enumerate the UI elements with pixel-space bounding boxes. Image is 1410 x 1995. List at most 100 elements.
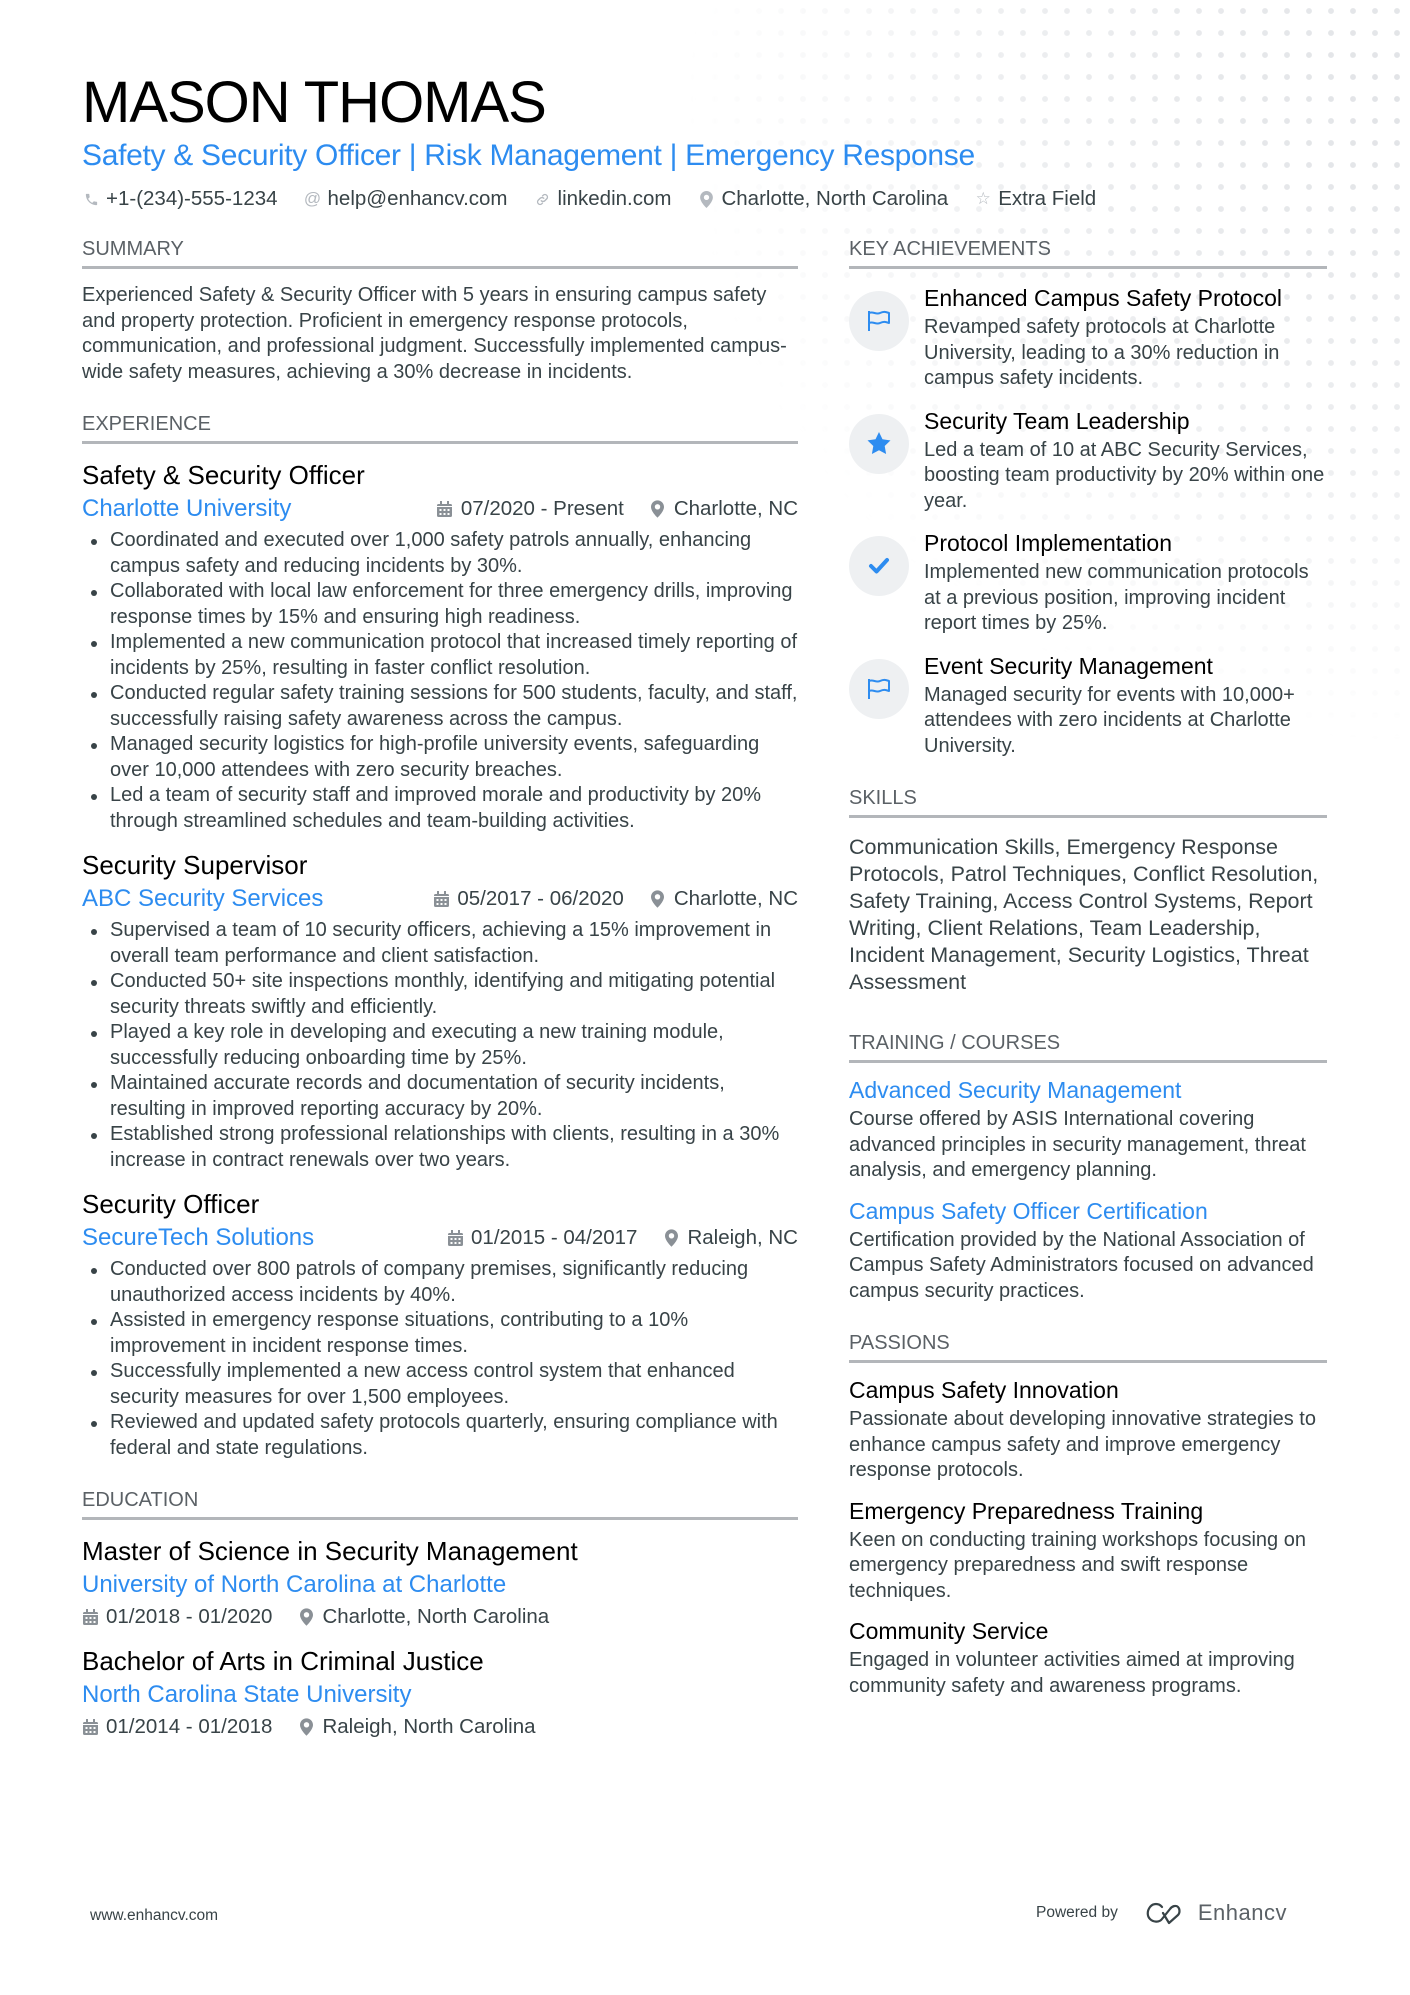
enhancv-logo-icon: [1146, 1902, 1181, 1925]
education-section: EDUCATION Master of Science in Security …: [82, 1487, 798, 1740]
passion-item: Campus Safety Innovation Passionate abou…: [849, 1375, 1327, 1484]
education-entry: Master of Science in Security Management…: [82, 1534, 798, 1630]
contact-linkedin[interactable]: linkedin.com: [534, 186, 671, 212]
location-icon: [697, 190, 715, 208]
contact-extra-text: Extra Field: [998, 187, 1097, 210]
training-section: TRAINING / COURSES Advanced Security Man…: [849, 1030, 1327, 1304]
check-icon: [849, 536, 909, 596]
company-name[interactable]: SecureTech Solutions: [82, 1223, 421, 1253]
bullet-item: Reviewed and updated safety protocols qu…: [82, 1410, 798, 1461]
bullet-item: Conducted regular safety training sessio…: [82, 681, 798, 732]
at-icon: @: [303, 189, 322, 208]
achievement-title: Protocol Implementation: [924, 530, 1173, 556]
section-title: KEY ACHIEVEMENTS: [849, 236, 1327, 269]
passion-desc: Engaged in volunteer activities aimed at…: [849, 1649, 1295, 1697]
job-dates-text: 01/2015 - 04/2017: [471, 1226, 638, 1249]
job-meta: ABC Security Services 05/2017 - 06/2020 …: [82, 884, 798, 914]
achievement-desc: Led a team of 10 at ABC Security Service…: [924, 438, 1325, 512]
achievement-item: Security Team Leadership Led a team of 1…: [849, 406, 1327, 515]
course-item: Campus Safety Officer Certification Cert…: [849, 1196, 1327, 1305]
education-location: Charlotte, North Carolina: [298, 1604, 549, 1630]
location-icon: [298, 1608, 314, 1626]
footer-website-link[interactable]: www.enhancv.com: [90, 1907, 218, 1925]
contact-email[interactable]: @ help@enhancv.com: [304, 186, 508, 212]
experience-entry: Security Supervisor ABC Security Service…: [82, 848, 798, 1173]
company-name[interactable]: Charlotte University: [82, 494, 411, 524]
flag-icon: [849, 291, 909, 351]
right-column: KEY ACHIEVEMENTS Enhanced Campus Safety …: [849, 236, 1327, 1725]
key-achievements-section: KEY ACHIEVEMENTS Enhanced Campus Safety …: [849, 236, 1327, 759]
course-item: Advanced Security Management Course offe…: [849, 1075, 1327, 1184]
passion-desc: Passionate about developing innovative s…: [849, 1408, 1316, 1481]
job-meta: Charlotte University 07/2020 - Present C…: [82, 494, 798, 524]
job-dates: 01/2015 - 04/2017: [447, 1226, 637, 1250]
passion-title: Campus Safety Innovation: [849, 1377, 1119, 1403]
passion-item: Emergency Preparedness Training Keen on …: [849, 1496, 1327, 1605]
contact-bar: +1-(234)-555-1234 @ help@enhancv.com lin…: [82, 186, 1332, 212]
job-dates-text: 05/2017 - 06/2020: [457, 887, 624, 910]
section-title: SUMMARY: [82, 236, 798, 269]
company-name[interactable]: ABC Security Services: [82, 884, 407, 914]
job-location-text: Raleigh, NC: [687, 1226, 798, 1249]
section-title: EXPERIENCE: [82, 411, 798, 444]
contact-location: Charlotte, North Carolina: [697, 186, 948, 212]
job-dates-text: 07/2020 - Present: [460, 497, 624, 520]
education-dates-text: 01/2014 - 01/2018: [106, 1715, 273, 1738]
job-location-text: Charlotte, NC: [673, 497, 798, 520]
job-location: Raleigh, NC: [663, 1226, 798, 1250]
bullet-item: Successfully implemented a new access co…: [82, 1359, 798, 1410]
contact-phone-text: +1-(234)-555-1234: [106, 187, 278, 210]
bullet-item: Collaborated with local law enforcement …: [82, 579, 798, 630]
education-location-text: Raleigh, North Carolina: [322, 1715, 536, 1738]
school-name[interactable]: North Carolina State University: [82, 1680, 798, 1710]
achievement-desc: Revamped safety protocols at Charlotte U…: [924, 316, 1280, 389]
job-dates: 05/2017 - 06/2020: [433, 887, 624, 911]
calendar-icon: [82, 1718, 98, 1736]
footer-branding: Powered by Enhancv: [1036, 1900, 1287, 1926]
location-icon: [650, 890, 666, 908]
job-bullets: Supervised a team of 10 security officer…: [82, 918, 798, 1173]
job-bullets: Coordinated and executed over 1,000 safe…: [82, 528, 798, 834]
job-location: Charlotte, NC: [650, 497, 798, 521]
brand-logo[interactable]: Enhancv: [1142, 1900, 1287, 1926]
education-meta: 01/2018 - 01/2020 Charlotte, North Carol…: [82, 1604, 798, 1630]
bullet-item: Supervised a team of 10 security officer…: [82, 918, 798, 969]
contact-phone[interactable]: +1-(234)-555-1234: [82, 186, 278, 212]
education-meta: 01/2014 - 01/2018 Raleigh, North Carolin…: [82, 1714, 798, 1740]
bullet-item: Played a key role in developing and exec…: [82, 1020, 798, 1071]
phone-icon: [82, 192, 100, 207]
bullet-item: Conducted over 800 patrols of company pr…: [82, 1257, 798, 1308]
course-title[interactable]: Campus Safety Officer Certification: [849, 1196, 1327, 1226]
section-title: SKILLS: [849, 785, 1327, 818]
achievement-item: Event Security Management Managed securi…: [849, 651, 1327, 760]
star-icon: [849, 413, 909, 474]
bullet-item: Maintained accurate records and document…: [82, 1071, 798, 1122]
candidate-headline: Safety & Security Officer | Risk Managem…: [82, 139, 975, 172]
calendar-icon: [433, 890, 449, 908]
calendar-icon: [82, 1608, 98, 1626]
candidate-name: MASON THOMAS: [82, 70, 547, 135]
resume-page: MASON THOMAS Safety & Security Officer |…: [0, 0, 1410, 1995]
calendar-icon: [447, 1229, 463, 1247]
resume-header: MASON THOMAS Safety & Security Officer |…: [82, 70, 1332, 212]
achievement-title: Enhanced Campus Safety Protocol: [924, 285, 1282, 311]
course-desc: Certification provided by the National A…: [849, 1228, 1314, 1302]
education-location-text: Charlotte, North Carolina: [322, 1605, 550, 1628]
achievement-title: Event Security Management: [924, 652, 1213, 679]
bullet-item: Implemented a new communication protocol…: [82, 630, 798, 681]
job-bullets: Conducted over 800 patrols of company pr…: [82, 1257, 798, 1461]
school-name[interactable]: University of North Carolina at Charlott…: [82, 1570, 798, 1600]
course-title[interactable]: Advanced Security Management: [849, 1075, 1327, 1105]
experience-entry: Security Officer SecureTech Solutions 01…: [82, 1187, 798, 1461]
passion-item: Community Service Engaged in volunteer a…: [849, 1616, 1327, 1699]
star-icon: ☆: [975, 189, 991, 208]
contact-email-text: help@enhancv.com: [327, 187, 508, 210]
section-title: EDUCATION: [82, 1487, 798, 1520]
education-dates-text: 01/2018 - 01/2020: [106, 1605, 273, 1628]
job-location: Charlotte, NC: [650, 887, 798, 911]
left-column: SUMMARY Experienced Safety & Security Of…: [82, 236, 798, 1766]
summary-text: Experienced Safety & Security Officer wi…: [82, 284, 787, 383]
experience-section: EXPERIENCE Safety & Security Officer Cha…: [82, 411, 798, 1461]
job-dates: 07/2020 - Present: [437, 497, 624, 521]
education-dates: 01/2014 - 01/2018: [82, 1714, 272, 1740]
